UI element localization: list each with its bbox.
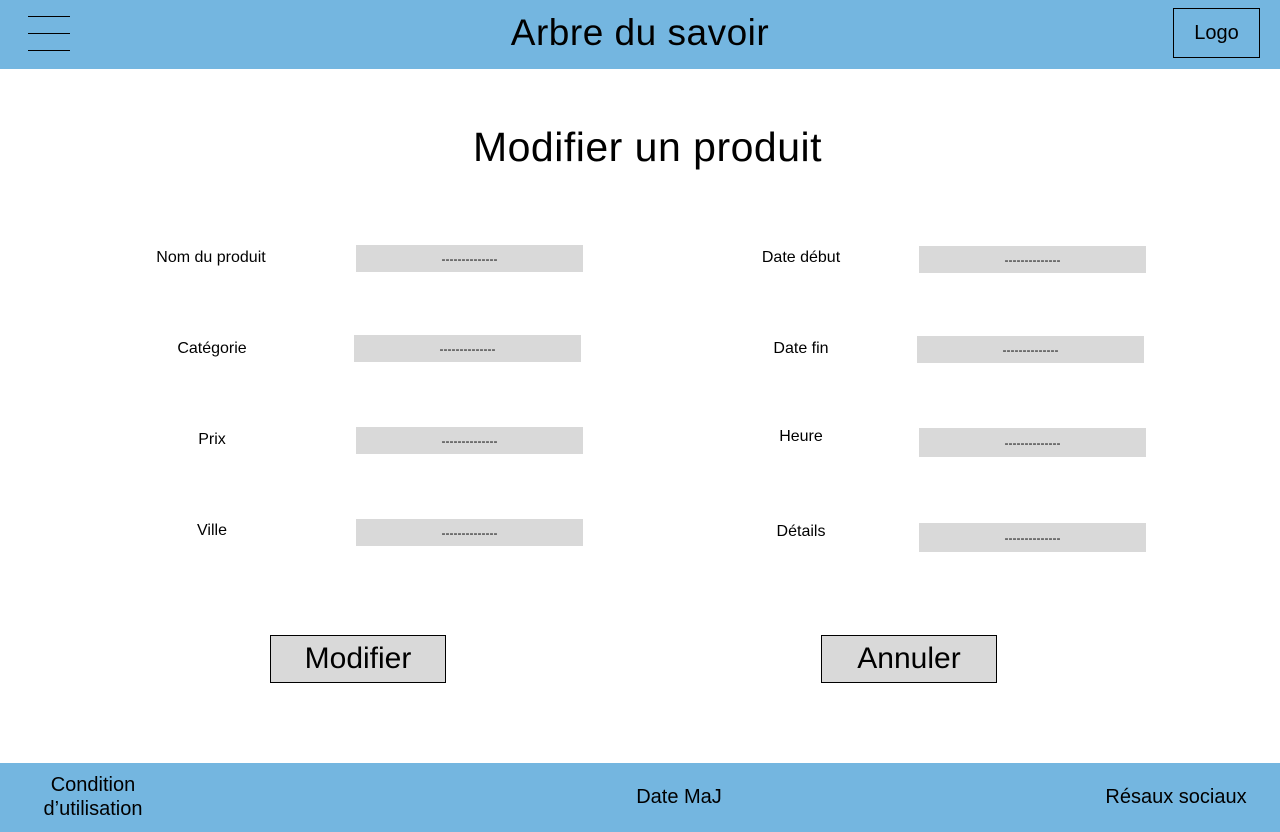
label-categorie: Catégorie xyxy=(177,340,247,357)
hamburger-menu-icon[interactable] xyxy=(28,16,70,52)
date-debut-input[interactable] xyxy=(919,246,1146,273)
footer-bar: Condition d’utilisation Date MaJ Résaux … xyxy=(0,763,1280,832)
menu-line xyxy=(28,16,70,17)
page-title: Modifier un produit xyxy=(472,124,823,170)
terms-line-1: Condition xyxy=(50,774,136,796)
logo[interactable]: Logo xyxy=(1173,8,1260,58)
terms-line-2: d’utilisation xyxy=(43,798,143,820)
ville-input[interactable] xyxy=(356,519,583,546)
details-input[interactable] xyxy=(919,523,1146,552)
heure-input[interactable] xyxy=(919,428,1146,457)
label-nom-du-produit: Nom du produit xyxy=(156,249,266,266)
prix-input[interactable] xyxy=(356,427,583,454)
header-bar: Arbre du savoir Logo xyxy=(0,0,1280,69)
site-title: Arbre du savoir xyxy=(510,12,770,53)
categorie-input[interactable] xyxy=(354,335,581,362)
label-heure: Heure xyxy=(779,428,823,445)
annuler-button[interactable]: Annuler xyxy=(821,635,997,683)
page: Arbre du savoir Logo Modifier un produit… xyxy=(0,0,1280,832)
nom-du-produit-input[interactable] xyxy=(356,245,583,272)
date-fin-input[interactable] xyxy=(917,336,1144,363)
label-date-debut: Date début xyxy=(761,249,841,266)
label-ville: Ville xyxy=(197,522,227,539)
label-prix: Prix xyxy=(198,431,226,448)
modifier-button[interactable]: Modifier xyxy=(270,635,446,683)
menu-line xyxy=(28,33,70,34)
menu-line xyxy=(28,50,70,51)
update-date: Date MaJ xyxy=(636,786,722,808)
label-date-fin: Date fin xyxy=(773,340,829,357)
social-links[interactable]: Résaux sociaux xyxy=(1090,785,1262,809)
label-details: Détails xyxy=(776,523,826,540)
terms-link[interactable]: Condition d’utilisation xyxy=(18,773,168,821)
